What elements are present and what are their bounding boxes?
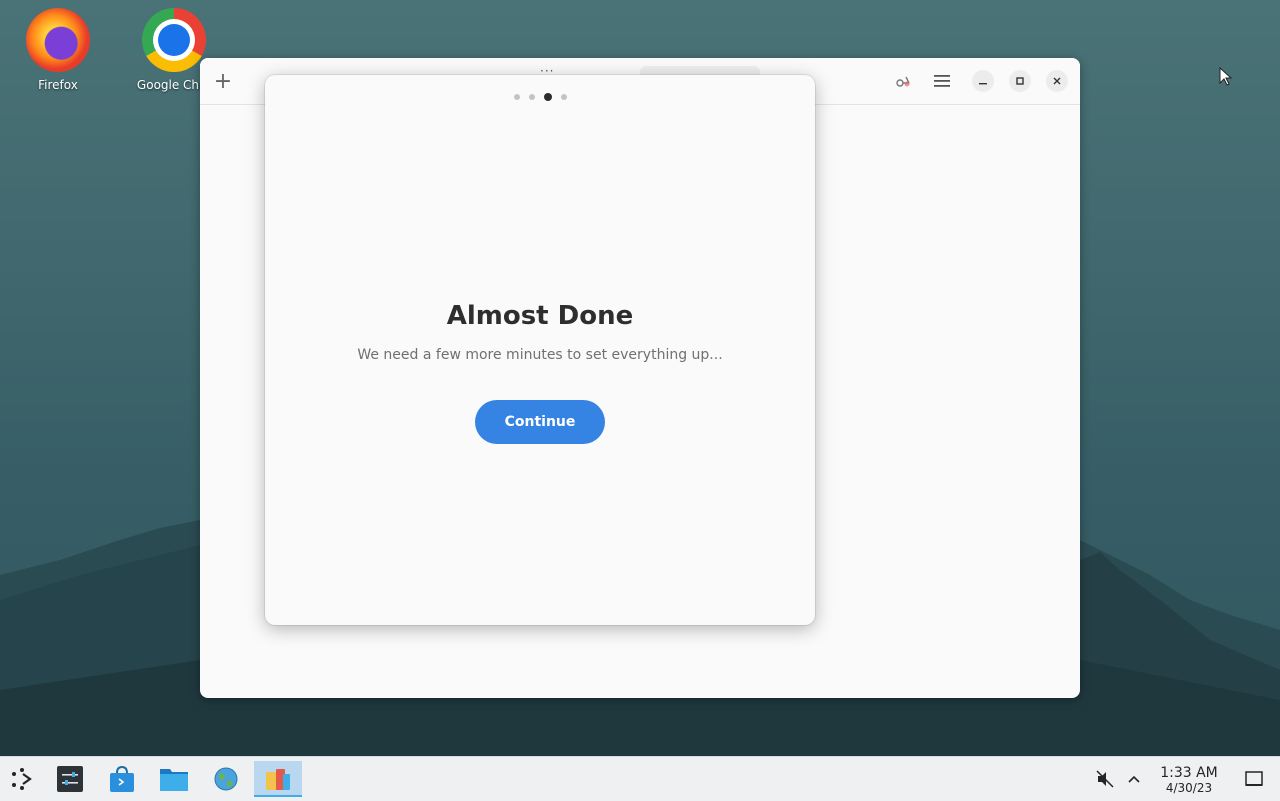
page-dot	[528, 94, 535, 100]
minimize-button[interactable]	[972, 70, 994, 92]
app-bags-icon	[266, 769, 290, 790]
taskbar-settings[interactable]	[48, 761, 92, 797]
maximize-button[interactable]	[1009, 70, 1031, 92]
volume-tray-button[interactable]	[1092, 757, 1118, 801]
taskbar-browser[interactable]	[204, 761, 248, 797]
desktop-icon-label: Firefox	[38, 78, 78, 92]
clock-date: 4/30/23	[1165, 781, 1213, 795]
close-button[interactable]	[1046, 70, 1068, 92]
folder-icon	[160, 769, 188, 791]
firefox-icon	[26, 8, 90, 72]
dialog-subtitle: We need a few more minutes to set everyt…	[357, 347, 723, 363]
chrome-icon	[142, 8, 206, 72]
tray-expander-button[interactable]	[1122, 757, 1146, 801]
hamburger-menu-icon	[934, 75, 950, 87]
maximize-icon	[1016, 77, 1024, 85]
dialog-title: Almost Done	[446, 301, 634, 331]
minimize-icon	[979, 83, 987, 85]
globe-icon	[214, 767, 238, 791]
welcome-dialog: Almost Done We need a few more minutes t…	[265, 75, 815, 625]
continue-button[interactable]: Continue	[475, 400, 605, 444]
close-icon	[1053, 77, 1061, 85]
launcher-icon	[12, 768, 32, 790]
taskbar-discover[interactable]	[100, 761, 144, 797]
desktop-icon-firefox[interactable]: Firefox	[8, 8, 108, 92]
taskbar-active-app[interactable]	[254, 761, 302, 797]
show-desktop-button[interactable]	[1242, 757, 1266, 801]
clock-time: 1:33 AM	[1160, 765, 1218, 781]
page-dot	[560, 94, 567, 100]
taskbar-file-manager[interactable]	[152, 761, 196, 797]
mouse-cursor-icon	[1219, 67, 1233, 86]
page-dot-current	[543, 93, 552, 101]
reader-mode-icon	[896, 76, 910, 87]
page-indicator	[265, 93, 815, 101]
new-tab-button[interactable]: +	[211, 68, 235, 94]
main-menu-button[interactable]	[930, 69, 954, 93]
plus-icon: +	[213, 68, 233, 94]
chevron-up-icon	[1128, 775, 1140, 783]
system-settings-icon	[57, 766, 83, 792]
app-launcher-button[interactable]	[0, 761, 44, 797]
reader-button[interactable]	[891, 69, 915, 93]
show-desktop-icon	[1245, 771, 1263, 786]
software-center-icon	[110, 765, 134, 792]
clock[interactable]: 1:33 AM 4/30/23	[1150, 765, 1228, 795]
volume-muted-icon	[1096, 770, 1114, 788]
page-dot	[513, 94, 520, 100]
taskbar: 1:33 AM 4/30/23	[0, 756, 1280, 801]
